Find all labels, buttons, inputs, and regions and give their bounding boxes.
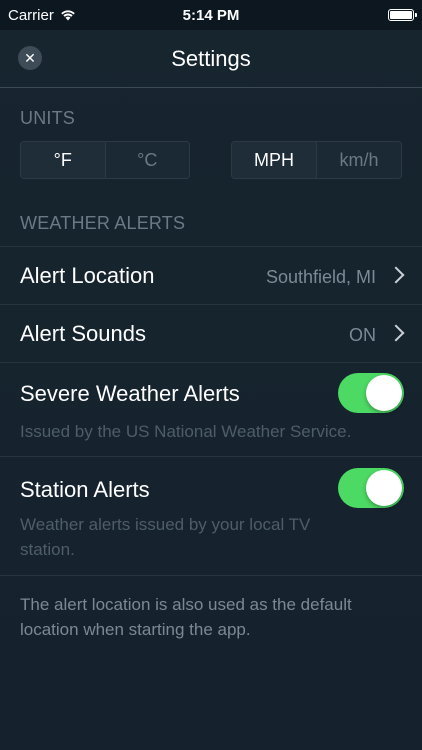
alert-sounds-row[interactable]: Alert Sounds ON — [0, 304, 422, 362]
kmh-option[interactable]: km/h — [316, 142, 401, 178]
alert-sounds-value: ON — [349, 325, 376, 345]
speed-unit-segment: MPH km/h — [231, 141, 402, 179]
nav-bar: ✕ Settings — [0, 30, 422, 88]
station-alerts-row: Station Alerts Weather alerts issued by … — [0, 456, 422, 576]
severe-weather-alerts-toggle[interactable] — [338, 373, 404, 413]
severe-weather-alerts-row: Severe Weather Alerts Issued by the US N… — [0, 362, 422, 456]
toggle-knob — [366, 375, 402, 411]
status-left: Carrier — [8, 7, 76, 24]
station-alerts-toggle[interactable] — [338, 468, 404, 508]
alert-sounds-label: Alert Sounds — [20, 321, 146, 346]
fahrenheit-option[interactable]: °F — [21, 142, 105, 178]
weather-alerts-section-header: WEATHER ALERTS — [20, 213, 186, 233]
alert-location-row[interactable]: Alert Location Southfield, MI — [0, 246, 422, 304]
toggle-knob — [366, 470, 402, 506]
carrier-label: Carrier — [8, 6, 54, 24]
mph-option[interactable]: MPH — [232, 142, 316, 178]
alert-location-value: Southfield, MI — [265, 267, 376, 287]
footer-note: The alert location is also used as the d… — [20, 595, 352, 639]
wifi-icon — [61, 10, 75, 21]
chevron-right-icon — [387, 266, 405, 284]
temperature-unit-segment: °F °C — [20, 141, 190, 179]
chevron-right-icon — [387, 324, 405, 342]
page-title: Settings — [171, 46, 251, 71]
severe-weather-alerts-description: Issued by the US National Weather Servic… — [20, 422, 352, 441]
status-right — [388, 9, 417, 21]
celsius-option[interactable]: °C — [104, 142, 190, 178]
battery-icon — [388, 9, 417, 21]
settings-screen: Carrier 5:14 PM ✕ Settings UNITS °F °C M… — [0, 0, 422, 750]
station-alerts-description: Weather alerts issued by your local TV s… — [20, 515, 311, 559]
alert-location-label: Alert Location — [20, 263, 155, 288]
station-alerts-label: Station Alerts — [20, 477, 150, 502]
severe-weather-alerts-label: Severe Weather Alerts — [20, 381, 240, 406]
units-section-header: UNITS — [20, 108, 75, 128]
status-bar: Carrier 5:14 PM — [0, 0, 422, 30]
